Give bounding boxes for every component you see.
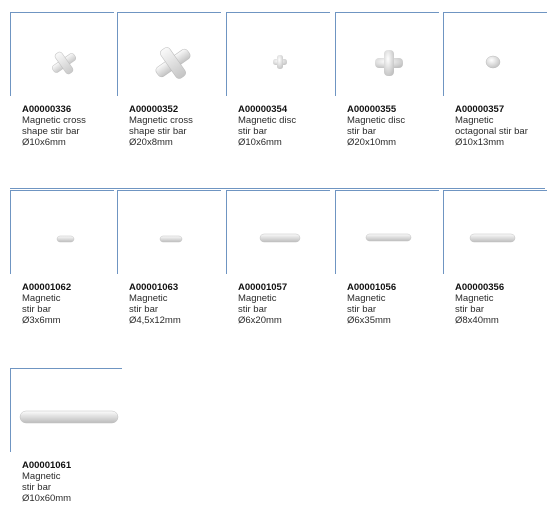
product-card: A00000357 Magnetic octagonal stir bar Ø1… [443,12,547,148]
product-code: A00001057 [238,282,288,293]
product-desc-line1: Magnetic [347,293,386,304]
product-size: Ø4,5x12mm [129,315,181,326]
product-card: A00001056 Magnetic stir bar Ø6x35mm [335,190,439,326]
stir-bar-6x35-icon [365,233,412,242]
product-desc-line2: stir bar [238,304,268,315]
product-desc-line1: Magnetic [455,293,494,304]
product-image-frame [10,368,122,452]
octagonal-icon [485,55,501,69]
product-desc-line2: stir bar [129,304,159,315]
product-size: Ø20x10mm [347,137,397,148]
product-code: A00000354 [238,104,288,115]
row-separator-top [10,188,545,189]
product-card: A00000355 Magnetic disc stir bar Ø20x10m… [335,12,439,148]
product-desc-line2: stir bar [455,304,485,315]
product-size: Ø6x20mm [238,315,282,326]
product-code: A00001063 [129,282,179,293]
product-desc-line1: Magnetic [238,293,277,304]
product-image-frame [226,190,330,274]
product-code: A00000357 [455,104,505,115]
product-image-frame [443,190,547,274]
product-card: A00001062 Magnetic stir bar Ø3x6mm [10,190,114,326]
product-size: Ø10x60mm [22,493,72,504]
product-image-frame [10,12,114,96]
product-size: Ø10x6mm [22,137,66,148]
product-desc-line1: Magnetic cross [22,115,86,126]
product-code: A00000352 [129,104,179,115]
product-image-frame [117,190,221,274]
product-desc-line1: Magnetic disc [238,115,297,126]
product-size: Ø6x35mm [347,315,391,326]
product-image-frame [335,12,439,96]
disc-small-icon [273,55,287,69]
product-desc-line2: shape stir bar [129,126,187,137]
product-desc-line2: octagonal stir bar [455,126,528,137]
product-image-frame [117,12,221,96]
product-card: A00000354 Magnetic disc stir bar Ø10x6mm [226,12,330,148]
product-image-frame [443,12,547,96]
product-code: A00000336 [22,104,72,115]
product-image-frame [10,190,114,274]
product-card: A00001061 Magnetic stir bar Ø10x60mm [10,368,122,504]
stir-bar-3x6-icon [56,235,75,243]
product-code: A00000356 [455,282,505,293]
product-image-frame [335,190,439,274]
product-code: A00001061 [22,460,72,471]
product-desc-line1: Magnetic [455,115,494,126]
product-desc-line1: Magnetic disc [347,115,406,126]
product-size: Ø20x8mm [129,137,173,148]
stir-bar-10x60-icon [19,410,119,424]
product-card: A00000336 Magnetic cross shape stir bar … [10,12,114,148]
product-card: A00000356 Magnetic stir bar Ø8x40mm [443,190,547,326]
product-size: Ø10x13mm [455,137,505,148]
product-code: A00001056 [347,282,397,293]
product-desc-line2: stir bar [238,126,268,137]
product-desc-line2: stir bar [22,482,52,493]
product-code: A00000355 [347,104,397,115]
product-card: A00001057 Magnetic stir bar Ø6x20mm [226,190,330,326]
product-size: Ø10x6mm [238,137,282,148]
product-card: A00001063 Magnetic stir bar Ø4,5x12mm [117,190,221,326]
stir-bar-6x20-icon [259,233,301,243]
product-code: A00001062 [22,282,72,293]
product-card: A00000352 Magnetic cross shape stir bar … [117,12,221,148]
product-desc-line1: Magnetic cross [129,115,193,126]
product-desc-line1: Magnetic [22,471,61,482]
product-size: Ø3x6mm [22,315,61,326]
stir-bar-4-5x12-icon [159,235,183,243]
product-desc-line1: Magnetic [22,293,61,304]
product-desc-line1: Magnetic [129,293,168,304]
disc-large-icon [375,50,403,76]
product-desc-line2: shape stir bar [22,126,80,137]
product-image-frame [226,12,330,96]
stir-bar-8x40-icon [469,233,516,243]
product-size: Ø8x40mm [455,315,499,326]
product-desc-line2: stir bar [347,126,377,137]
cross-small-icon [51,51,77,75]
product-desc-line2: stir bar [347,304,377,315]
product-desc-line2: stir bar [22,304,52,315]
cross-large-icon [155,47,191,79]
